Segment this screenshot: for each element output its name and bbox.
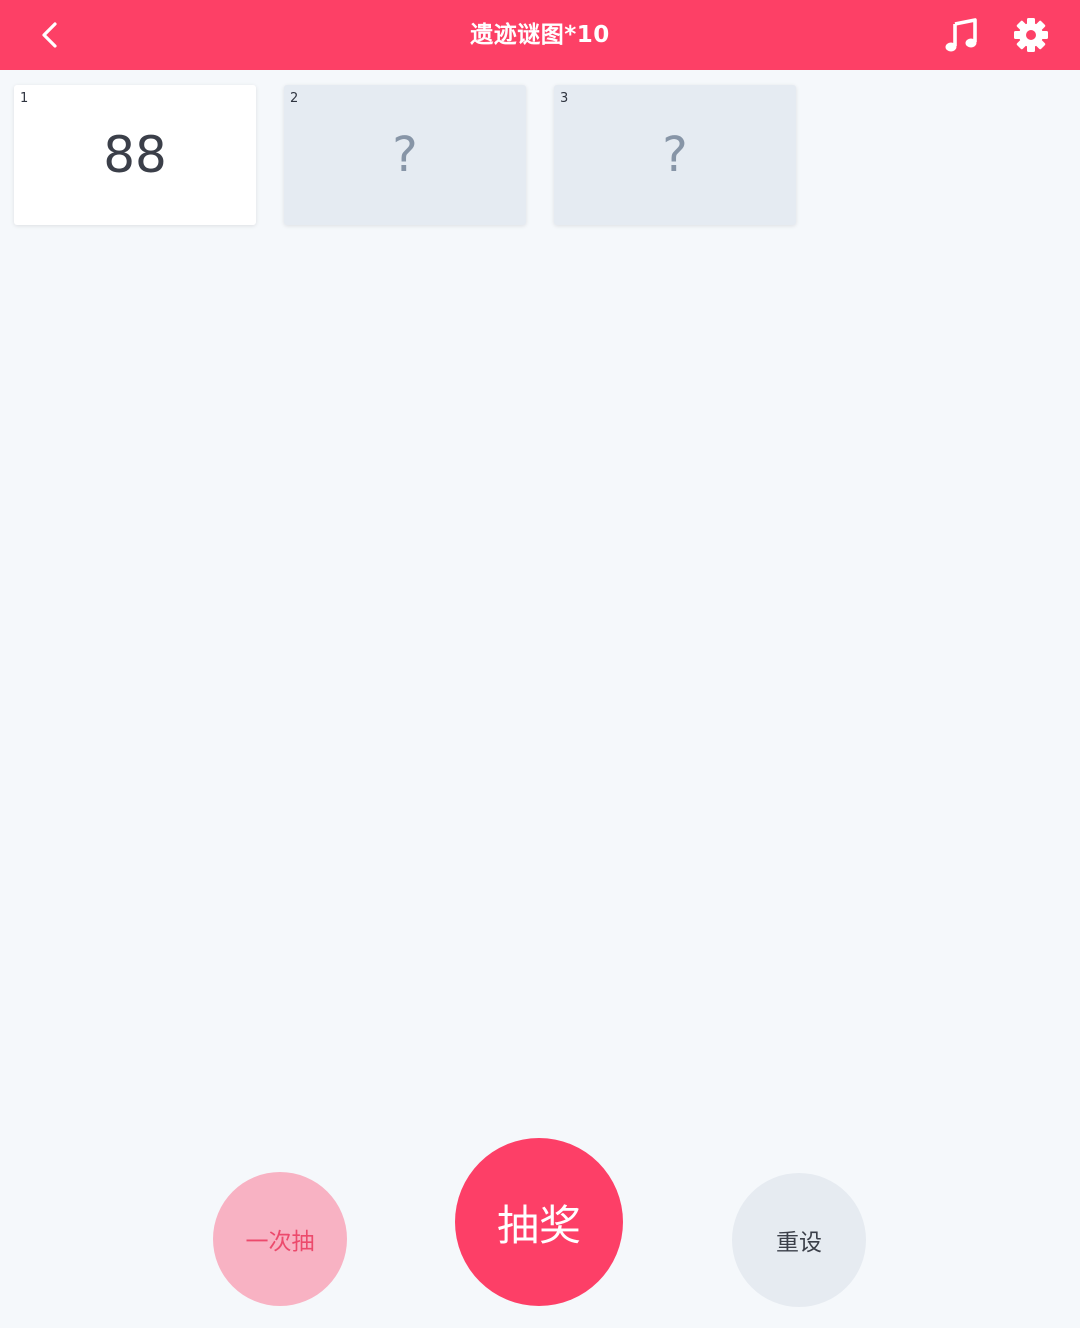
music-button[interactable] <box>942 16 980 54</box>
chevron-left-icon <box>42 22 57 48</box>
draw-label: 抽奖 <box>496 1200 581 1250</box>
gear-icon <box>1014 18 1048 52</box>
page-title: 遗迹谜图*10 <box>470 22 610 48</box>
card-value: ? <box>662 127 688 183</box>
card-1[interactable]: 1 88 <box>14 85 256 225</box>
back-button[interactable] <box>28 12 72 58</box>
card-3[interactable]: 3 ? <box>554 85 796 225</box>
music-note-icon <box>945 18 977 52</box>
reset-button[interactable]: 重设 <box>732 1173 866 1307</box>
card-value: 88 <box>103 126 167 184</box>
card-value: ? <box>392 127 418 183</box>
draw-once-label: 一次抽 <box>245 1229 315 1255</box>
settings-button[interactable] <box>1012 16 1050 54</box>
reset-label: 重设 <box>776 1230 822 1256</box>
draw-once-button[interactable]: 一次抽 <box>213 1172 347 1306</box>
draw-button[interactable]: 抽奖 <box>455 1138 623 1306</box>
app-bar: 遗迹谜图*10 <box>0 0 1080 70</box>
card-2[interactable]: 2 ? <box>284 85 526 225</box>
